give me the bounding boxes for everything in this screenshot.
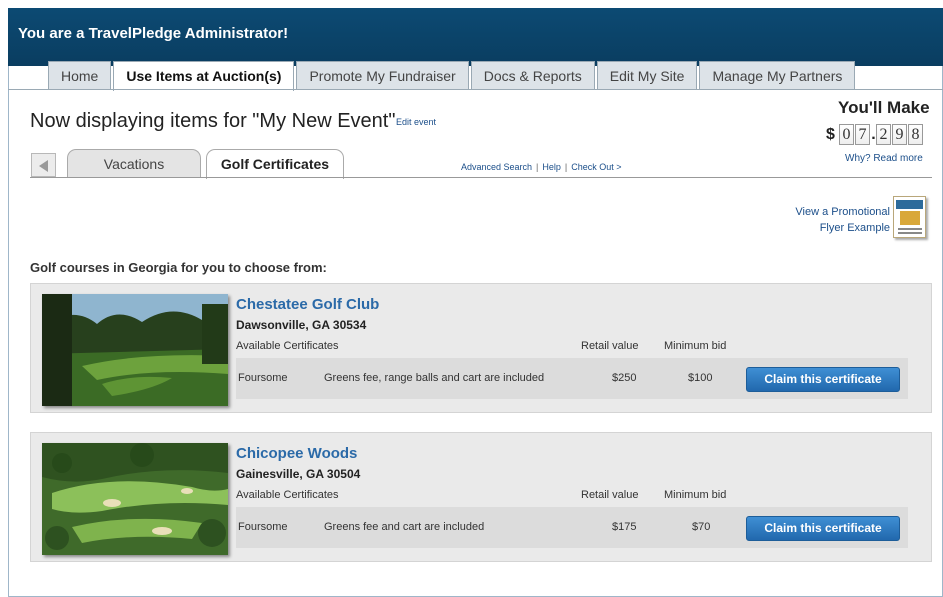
flyer-link-line2[interactable]: Flyer Example [760, 220, 890, 236]
course-location: Gainesville, GA 30504 [236, 467, 361, 481]
earnings-digit: 0 [839, 124, 854, 145]
tab-docs-reports[interactable]: Docs & Reports [470, 61, 595, 90]
flyer-band [896, 200, 923, 209]
back-arrow-button[interactable] [31, 153, 56, 177]
link-separator: | [564, 162, 568, 172]
tab-home[interactable]: Home [48, 61, 112, 90]
earnings-digit: 8 [908, 124, 923, 145]
retail-value-header: Retail value [581, 340, 639, 352]
claim-certificate-button[interactable]: Claim this certificate [746, 516, 900, 541]
flyer-image [900, 211, 920, 225]
course-location: Dawsonville, GA 30534 [236, 318, 367, 332]
tab-use-items[interactable]: Use Items at Auction(s) [113, 61, 295, 91]
certificate-row: Foursome Greens fee, range balls and car… [236, 358, 908, 399]
earnings-label: You'll Make [838, 98, 930, 117]
golf-course-image [42, 294, 228, 406]
advanced-search-link[interactable]: Advanced Search [461, 162, 532, 172]
admin-header: You are a TravelPledge Administrator! [8, 8, 943, 66]
certificate-description: Greens fee, range balls and cart are inc… [324, 372, 545, 384]
minimum-bid-header: Minimum bid [664, 489, 727, 501]
course-name-link[interactable]: Chestatee Golf Club [236, 296, 379, 313]
course-name-link[interactable]: Chicopee Woods [236, 445, 357, 462]
subtab-golf-certificates[interactable]: Golf Certificates [206, 149, 344, 179]
minimum-bid-header: Minimum bid [664, 340, 727, 352]
retail-value: $250 [612, 372, 637, 384]
course-photo [42, 294, 228, 406]
certificate-type: Foursome [238, 521, 288, 533]
certificate-row: Foursome Greens fee and cart are include… [236, 507, 908, 548]
flyer-thumbnail-icon[interactable] [893, 196, 926, 238]
earnings-digit: 2 [876, 124, 891, 145]
subtab-vacations[interactable]: Vacations [67, 149, 201, 178]
course-card: Chicopee Woods Gainesville, GA 30504 Ava… [30, 432, 932, 562]
subtab-divider [30, 177, 932, 178]
golf-course-image [42, 443, 228, 555]
earnings-digit: 7 [855, 124, 870, 145]
minimum-bid: $70 [692, 521, 711, 533]
page-title: Now displaying items for "My New Event" [30, 110, 396, 132]
why-read-more-link[interactable]: Why? Read more [845, 153, 923, 164]
flyer-text-lines [898, 228, 922, 230]
tab-divider [8, 89, 943, 90]
flyer-example-link[interactable]: View a Promotional Flyer Example [760, 204, 890, 236]
retail-value: $175 [612, 521, 637, 533]
certificate-description: Greens fee and cart are included [324, 521, 485, 533]
edit-event-link[interactable]: Edit event [396, 117, 436, 127]
admin-title: You are a TravelPledge Administrator! [18, 25, 289, 42]
available-certificates-header: Available Certificates [236, 340, 339, 352]
claim-certificate-button[interactable]: Claim this certificate [746, 367, 900, 392]
tab-manage-partners[interactable]: Manage My Partners [699, 61, 856, 90]
section-heading: Golf courses in Georgia for you to choos… [30, 260, 327, 275]
course-photo [42, 443, 228, 555]
main-tabs: Home Use Items at Auction(s) Promote My … [48, 61, 857, 91]
left-arrow-icon [39, 160, 48, 172]
course-card: Chestatee Golf Club Dawsonville, GA 3053… [30, 283, 932, 413]
search-links: Advanced Search | Help | Check Out > [461, 162, 622, 172]
retail-value-header: Retail value [581, 489, 639, 501]
minimum-bid: $100 [688, 372, 713, 384]
check-out-link[interactable]: Check Out > [571, 162, 621, 172]
earnings-counter: 0 7 . 2 9 8 [839, 124, 924, 145]
tab-edit-site[interactable]: Edit My Site [596, 61, 698, 90]
earnings-digit: 9 [892, 124, 907, 145]
flyer-link-line1[interactable]: View a Promotional [760, 204, 890, 220]
tab-promote[interactable]: Promote My Fundraiser [296, 61, 469, 90]
available-certificates-header: Available Certificates [236, 489, 339, 501]
currency-symbol: $ [826, 126, 835, 143]
certificate-type: Foursome [238, 372, 288, 384]
help-link[interactable]: Help [542, 162, 561, 172]
link-separator: | [536, 162, 539, 172]
